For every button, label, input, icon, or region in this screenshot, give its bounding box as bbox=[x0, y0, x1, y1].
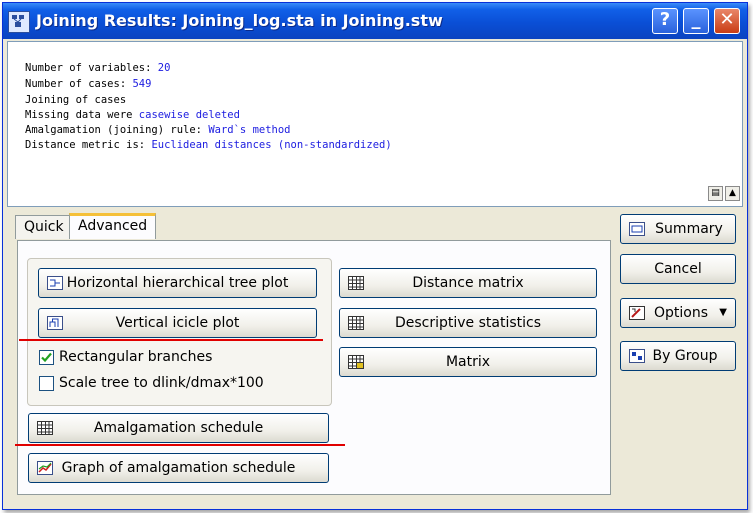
horizontal-tree-plot-button[interactable]: Horizontal hierarchical tree plot bbox=[38, 268, 317, 298]
options-icon bbox=[629, 306, 645, 320]
highlight-underline bbox=[19, 339, 323, 341]
by-group-button[interactable]: By Group bbox=[620, 341, 736, 371]
expand-up-icon[interactable]: ▲ bbox=[725, 186, 740, 201]
descriptive-statistics-label: Descriptive statistics bbox=[394, 315, 542, 331]
summary-line-amalgamation-rule: Amalgamation (joining) rule: Ward`s meth… bbox=[25, 124, 291, 136]
icicle-plot-icon bbox=[47, 316, 63, 330]
joining-results-window: Joining Results: Joining_log.sta in Join… bbox=[2, 2, 748, 510]
by-group-label: By Group bbox=[652, 348, 718, 364]
graph-amalgamation-schedule-label: Graph of amalgamation schedule bbox=[61, 460, 296, 476]
spreadsheet-icon bbox=[37, 421, 53, 435]
results-summary-panel[interactable]: Number of variables: 20 Number of cases:… bbox=[7, 41, 743, 207]
distance-matrix-label: Distance matrix bbox=[412, 275, 524, 291]
descriptive-statistics-button[interactable]: Descriptive statistics bbox=[339, 308, 597, 338]
help-button[interactable]: ? bbox=[652, 8, 678, 34]
summary-label: Summary bbox=[655, 221, 723, 237]
vertical-icicle-plot-button[interactable]: Vertical icicle plot bbox=[38, 308, 317, 338]
close-button[interactable]: ✕ bbox=[714, 8, 740, 34]
copy-icon[interactable]: ▤ bbox=[708, 186, 723, 201]
tab-quick[interactable]: Quick bbox=[15, 215, 73, 239]
statistica-window-icon bbox=[8, 11, 30, 33]
matrix-label: Matrix bbox=[445, 354, 491, 370]
summary-line-missing-data: Missing data were casewise deleted bbox=[25, 109, 240, 121]
vertical-icicle-plot-label: Vertical icicle plot bbox=[115, 315, 240, 331]
summary-line-joining: Joining of cases bbox=[25, 94, 127, 106]
horizontal-tree-plot-label: Horizontal hierarchical tree plot bbox=[66, 275, 289, 291]
scale-tree-checkbox[interactable] bbox=[39, 376, 54, 391]
summary-button[interactable]: Summary bbox=[620, 214, 736, 244]
dropdown-arrow-icon: ▼ bbox=[719, 307, 727, 318]
tab-advanced[interactable]: Advanced bbox=[69, 213, 157, 239]
line-graph-icon bbox=[37, 461, 53, 475]
summary-icon bbox=[629, 222, 645, 236]
rectangular-branches-label[interactable]: Rectangular branches bbox=[59, 349, 212, 365]
distance-matrix-button[interactable]: Distance matrix bbox=[339, 268, 597, 298]
cancel-button[interactable]: Cancel bbox=[620, 254, 736, 284]
spreadsheet-icon bbox=[348, 316, 364, 330]
scale-tree-label[interactable]: Scale tree to dlink/dmax*100 bbox=[59, 375, 264, 391]
graph-amalgamation-schedule-button[interactable]: Graph of amalgamation schedule bbox=[28, 453, 329, 483]
matrix-icon bbox=[348, 355, 364, 369]
amalgamation-schedule-button[interactable]: Amalgamation schedule bbox=[28, 413, 329, 443]
rectangular-branches-checkbox[interactable] bbox=[39, 350, 54, 365]
amalgamation-schedule-label: Amalgamation schedule bbox=[93, 420, 264, 436]
summary-line-cases: Number of cases: 549 bbox=[25, 78, 152, 90]
checkmark-icon bbox=[41, 352, 52, 363]
matrix-button[interactable]: Matrix bbox=[339, 347, 597, 377]
cancel-label: Cancel bbox=[654, 261, 702, 277]
by-group-icon bbox=[629, 349, 645, 363]
summary-line-distance-metric: Distance metric is: Euclidean distances … bbox=[25, 139, 392, 151]
title-bar[interactable]: Joining Results: Joining_log.sta in Join… bbox=[3, 3, 747, 39]
tree-plot-icon bbox=[47, 276, 63, 290]
minimize-button[interactable]: _ bbox=[683, 8, 709, 34]
window-title: Joining Results: Joining_log.sta in Join… bbox=[36, 11, 443, 30]
options-label: Options bbox=[653, 305, 709, 321]
spreadsheet-icon bbox=[348, 276, 364, 290]
highlight-underline bbox=[15, 444, 345, 446]
summary-line-variables: Number of variables: 20 bbox=[25, 62, 171, 74]
options-button[interactable]: Options ▼ bbox=[620, 298, 736, 328]
